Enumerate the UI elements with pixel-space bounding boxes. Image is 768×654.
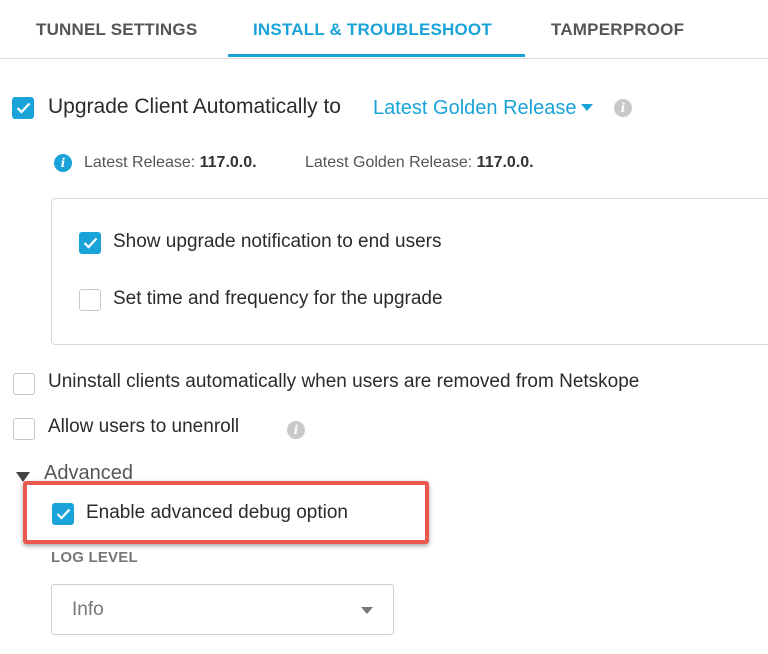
upgrade-options-panel: [51, 198, 768, 345]
chevron-down-icon[interactable]: [581, 104, 593, 111]
chevron-down-icon: [361, 607, 373, 614]
log-level-value: Info: [72, 599, 104, 620]
tab-bar: TUNNEL SETTINGS INSTALL & TROUBLESHOOT T…: [0, 0, 768, 59]
uninstall-clients-label: Uninstall clients automatically when use…: [48, 371, 640, 392]
latest-release-text: Latest Release: 117.0.0.: [84, 154, 257, 172]
uninstall-clients-checkbox[interactable]: [13, 373, 35, 395]
set-time-frequency-label: Set time and frequency for the upgrade: [113, 288, 443, 309]
checkmark-icon: [83, 237, 98, 249]
enable-debug-label: Enable advanced debug option: [86, 502, 349, 523]
tab-install-troubleshoot[interactable]: INSTALL & TROUBLESHOOT: [253, 20, 492, 40]
golden-release-value: 117.0.0.: [476, 154, 534, 171]
show-notification-label: Show upgrade notification to end users: [113, 231, 442, 252]
upgrade-client-label: Upgrade Client Automatically to: [48, 95, 341, 118]
allow-unenroll-label: Allow users to unenroll: [48, 416, 240, 437]
enable-debug-checkbox[interactable]: [52, 503, 74, 525]
log-level-label: LOG LEVEL: [51, 549, 138, 566]
info-icon[interactable]: i: [614, 99, 632, 117]
checkmark-icon: [16, 102, 31, 114]
log-level-select[interactable]: Info: [51, 584, 394, 635]
golden-release-label: Latest Golden Release:: [305, 154, 473, 171]
latest-release-value: 117.0.0.: [199, 154, 257, 171]
release-select[interactable]: Latest Golden Release: [373, 97, 576, 120]
active-tab-indicator: [228, 54, 525, 57]
show-notification-checkbox[interactable]: [79, 232, 101, 254]
golden-release-text: Latest Golden Release: 117.0.0.: [305, 154, 534, 172]
release-info-icon: i: [54, 154, 72, 172]
set-time-frequency-checkbox[interactable]: [79, 289, 101, 311]
checkmark-icon: [56, 508, 71, 520]
tab-tunnel-settings[interactable]: TUNNEL SETTINGS: [36, 20, 197, 40]
allow-unenroll-checkbox[interactable]: [13, 418, 35, 440]
upgrade-client-checkbox[interactable]: [12, 97, 34, 119]
latest-release-label: Latest Release:: [84, 154, 196, 171]
info-icon[interactable]: i: [287, 421, 305, 439]
tab-tamperproof[interactable]: TAMPERPROOF: [551, 20, 684, 40]
